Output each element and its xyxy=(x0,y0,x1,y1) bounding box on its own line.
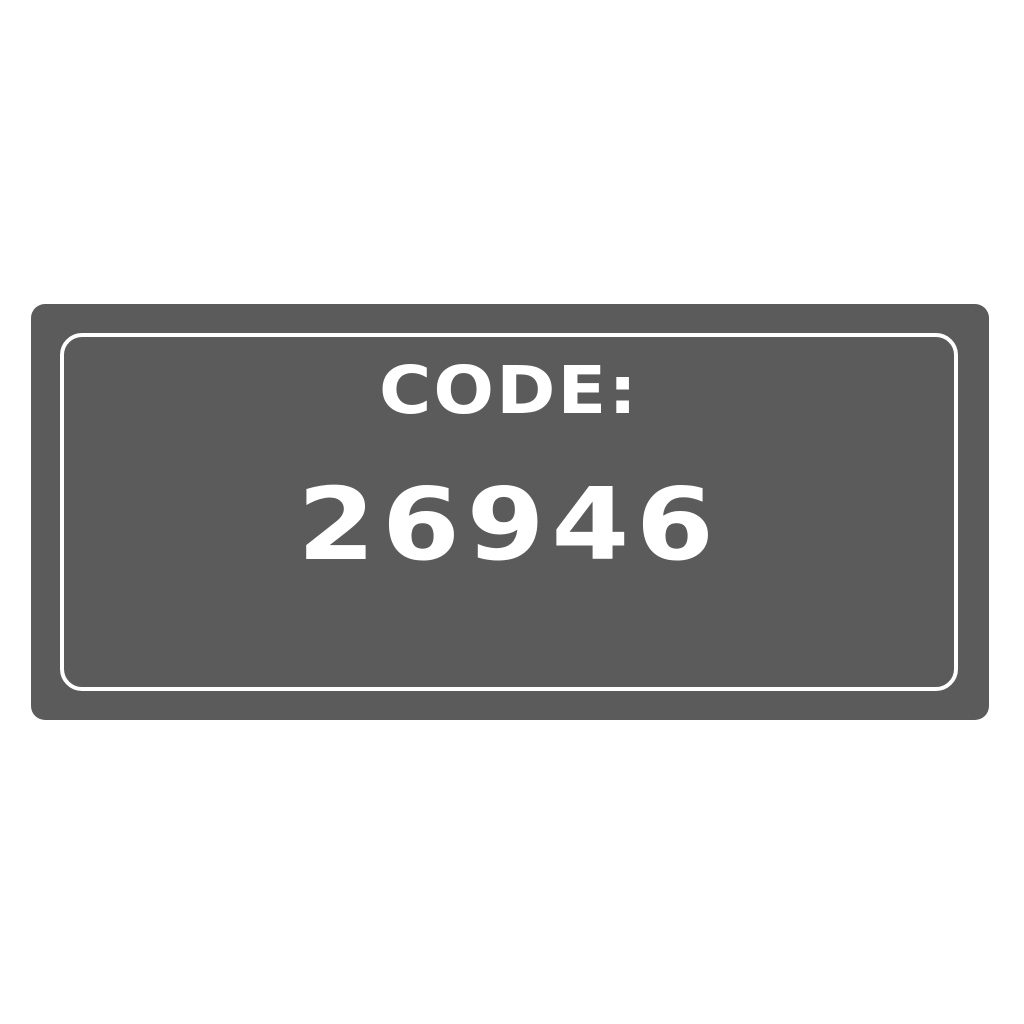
code-label: CODE: xyxy=(378,352,640,429)
code-plate: CODE: 26946 xyxy=(31,304,989,720)
plate-border: CODE: 26946 xyxy=(60,333,958,691)
code-value: 26946 xyxy=(297,466,721,583)
